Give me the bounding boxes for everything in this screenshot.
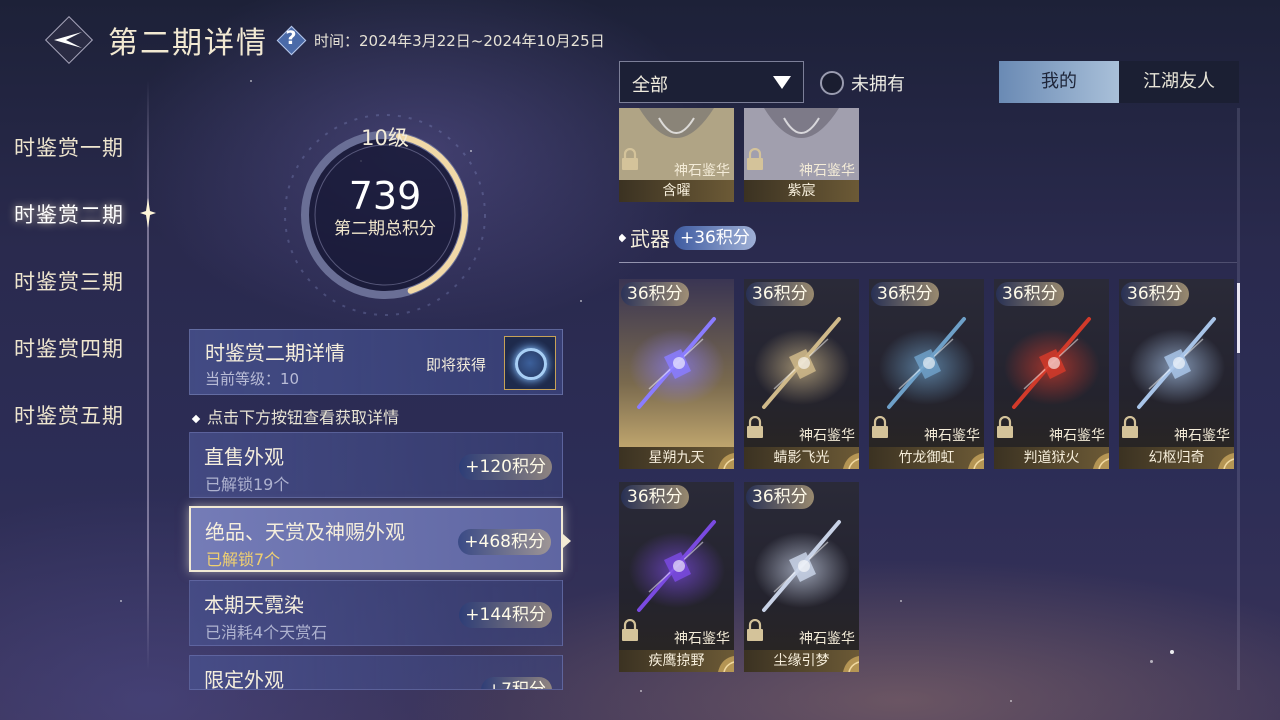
points-badge: 36积分: [746, 282, 814, 306]
corner-ornament-icon: [1087, 447, 1109, 469]
item-name: 含曜: [619, 180, 734, 202]
source-label: 神石鉴华: [674, 163, 730, 179]
corner-ornament-icon: [837, 650, 859, 672]
total-score: 739: [348, 174, 422, 218]
help-icon[interactable]: ?: [276, 25, 307, 56]
lock-icon: [871, 415, 889, 438]
corner-ornament-icon: [962, 447, 984, 469]
selected-pointer-icon: [563, 534, 571, 548]
category-progress: 已解锁7个: [206, 550, 281, 569]
nav-item-period-4[interactable]: 时鉴赏四期: [14, 333, 124, 363]
back-arrow-icon: [54, 32, 82, 48]
level-label: 10级: [361, 126, 409, 150]
owner-tabs: 我的 江湖友人: [999, 61, 1239, 103]
weapon-card[interactable]: 36积分 神石鉴华 尘缘引梦: [744, 482, 859, 672]
category-progress: 已解锁19个: [205, 475, 290, 494]
header: 第二期详情 ? 时间：2024年3月22日~2024年10月25日: [44, 14, 605, 66]
detail-title: 时鉴赏二期详情: [205, 341, 345, 365]
tab-friends[interactable]: 江湖友人: [1119, 61, 1239, 103]
weapon-card[interactable]: 36积分 神石鉴华 判道狱火: [994, 279, 1109, 469]
category-points: +144积分: [459, 602, 552, 628]
collection-grid: 武器 +36积分 神石鉴华 含曜 神石鉴华 紫宸 36积分 星朔九天 36积分 神石鉴华 蜻影飞…: [619, 108, 1239, 690]
points-badge: 36积分: [1121, 282, 1189, 306]
nav-item-period-1[interactable]: 时鉴赏一期: [14, 132, 124, 162]
points-badge: 36积分: [871, 282, 939, 306]
source-label: 神石鉴华: [1174, 428, 1230, 444]
upcoming-reward-thumbnail[interactable]: [504, 336, 556, 390]
lock-icon: [621, 147, 639, 170]
points-badge: 36积分: [996, 282, 1064, 306]
tab-mine[interactable]: 我的: [999, 61, 1119, 103]
category-title: 绝品、天赏及神赐外观: [205, 520, 405, 544]
points-badge: 36积分: [621, 485, 689, 509]
period-detail-card[interactable]: 时鉴赏二期详情 当前等级：10 即将获得: [189, 329, 563, 395]
nav-divider: [147, 80, 149, 670]
weapon-card[interactable]: 36积分 神石鉴华 蜻影飞光: [744, 279, 859, 469]
total-score-label: 第二期总积分: [334, 219, 436, 239]
lock-icon: [996, 415, 1014, 438]
lock-icon: [746, 415, 764, 438]
category-row[interactable]: 直售外观已解锁19个 +120积分: [189, 432, 563, 498]
nav-item-period-2[interactable]: 时鉴赏二期: [14, 199, 124, 229]
grid-scrollbar[interactable]: [1237, 108, 1240, 690]
period-time: 时间：2024年3月22日~2024年10月25日: [314, 31, 605, 50]
category-title: 本期天霓染: [204, 593, 304, 617]
corner-ornament-icon: [1212, 447, 1234, 469]
weapon-section-header: 武器 +36积分: [619, 223, 756, 252]
source-label: 神石鉴华: [799, 631, 855, 647]
outfit-card[interactable]: 神石鉴华 紫宸: [744, 108, 859, 202]
lock-icon: [621, 618, 639, 641]
category-row[interactable]: 绝品、天赏及神赐外观已解锁7个 +468积分: [189, 506, 563, 572]
unowned-toggle[interactable]: 未拥有: [820, 70, 905, 96]
lock-icon: [746, 147, 764, 170]
category-title: 限定外观: [204, 668, 284, 690]
scrollbar-thumb[interactable]: [1237, 283, 1240, 353]
nav-item-period-3[interactable]: 时鉴赏三期: [14, 266, 124, 296]
category-progress: 已消耗4个天赏石: [205, 623, 328, 642]
radio-icon: [820, 71, 844, 95]
unowned-label: 未拥有: [851, 74, 905, 95]
points-badge: 36积分: [746, 485, 814, 509]
category-points: +120积分: [459, 454, 552, 480]
outfit-card[interactable]: 神石鉴华 含曜: [619, 108, 734, 202]
source-label: 神石鉴华: [1049, 428, 1105, 444]
back-button[interactable]: [44, 15, 94, 65]
current-level: 当前等级：10: [205, 370, 300, 388]
weapon-card[interactable]: 36积分 神石鉴华 幻枢归奇: [1119, 279, 1234, 469]
dropdown-arrow-icon: [773, 76, 791, 89]
category-points: +7积分: [480, 677, 552, 689]
section-title: 武器: [630, 227, 670, 251]
category-row[interactable]: 限定外观 +7积分: [189, 655, 563, 690]
category-points: +468积分: [458, 529, 551, 555]
section-divider: [619, 262, 1237, 263]
filter-dropdown[interactable]: 全部: [619, 61, 804, 103]
section-points: +36积分: [674, 225, 756, 250]
hint-text: 点击下方按钮查看获取详情: [191, 404, 399, 428]
corner-ornament-icon: [712, 650, 734, 672]
source-label: 神石鉴华: [924, 428, 980, 444]
nav-active-marker-icon: [140, 198, 156, 228]
weapon-card[interactable]: 36积分 神石鉴华 疾鹰掠野: [619, 482, 734, 672]
source-label: 神石鉴华: [674, 631, 730, 647]
category-title: 直售外观: [204, 445, 284, 469]
corner-ornament-icon: [712, 447, 734, 469]
weapon-card[interactable]: 36积分 星朔九天: [619, 279, 734, 469]
filter-value: 全部: [632, 75, 668, 96]
category-row[interactable]: 本期天霓染已消耗4个天赏石 +144积分: [189, 580, 563, 646]
page-title: 第二期详情: [108, 26, 268, 61]
source-label: 神石鉴华: [799, 428, 855, 444]
points-badge: 36积分: [621, 282, 689, 306]
upcoming-reward-label: 即将获得: [426, 356, 487, 374]
corner-ornament-icon: [837, 447, 859, 469]
score-ring: 10级 739 第二期总积分: [280, 110, 490, 320]
nav-item-period-5[interactable]: 时鉴赏五期: [14, 400, 124, 430]
item-name: 紫宸: [744, 180, 859, 202]
lock-icon: [1121, 415, 1139, 438]
weapon-card[interactable]: 36积分 神石鉴华 竹龙御虹: [869, 279, 984, 469]
source-label: 神石鉴华: [799, 163, 855, 179]
lock-icon: [746, 618, 764, 641]
